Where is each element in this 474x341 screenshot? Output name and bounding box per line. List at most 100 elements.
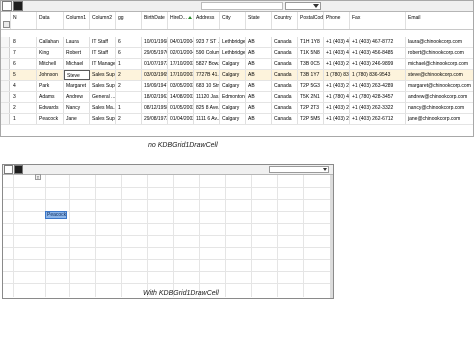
cell-n[interactable]: 7 [11, 48, 37, 58]
cell-hiredate[interactable]: 17/10/2003 [168, 70, 194, 80]
cell-column2[interactable]: IT Staff [90, 37, 116, 47]
cell-country[interactable]: Canada [272, 37, 298, 47]
column-header[interactable]: PostalCode [298, 12, 324, 29]
cell-address[interactable]: 683 10 Str... [194, 81, 220, 91]
table-row[interactable]: 7 King Robert IT Staff 6 29/05/1970 02/0… [1, 48, 473, 59]
cell-data[interactable]: Callahan [37, 37, 64, 47]
column-header[interactable]: City [220, 12, 246, 29]
cell-email[interactable]: michael@chinookcorp.com [406, 59, 473, 69]
cell-phone[interactable]: +1 (403) 263-4423 [324, 81, 350, 91]
cell-column1-editor[interactable]: Steve [64, 70, 90, 80]
cell-fax[interactable]: +1 (403) 262-6712 [350, 114, 406, 124]
cell-email[interactable]: jane@chinookcorp.com [406, 114, 473, 124]
cell-fax[interactable]: +1 (403) 246-9899 [350, 59, 406, 69]
cell-column2[interactable]: IT Manager [90, 59, 116, 69]
cell-address[interactable]: 825 8 Ave... [194, 103, 220, 113]
cell-email[interactable]: robert@chinookcorp.com [406, 48, 473, 58]
column-header[interactable]: N [11, 12, 37, 29]
cell-phone[interactable]: +1 (403) 262-3443 [324, 114, 350, 124]
cell-state[interactable]: AB [246, 70, 272, 80]
cell-email[interactable]: margaret@chinookcorp.com [406, 81, 473, 91]
cell-state[interactable]: AB [246, 114, 272, 124]
cell-phone[interactable]: +1 (780) 428-9482 [324, 92, 350, 102]
cell-n[interactable]: 4 [11, 81, 37, 91]
cell-country[interactable]: Canada [272, 81, 298, 91]
cell-phone[interactable]: +1 (403) 467-3351 [324, 37, 350, 47]
cell-phone[interactable]: +1 (403) 262-3443 [324, 103, 350, 113]
column-header[interactable]: Fax [350, 12, 406, 29]
cell-email[interactable]: andrew@chinookcorp.com [406, 92, 473, 102]
cell-hiredate[interactable]: 17/10/2003 [168, 59, 194, 69]
cell-city[interactable]: Calgary [220, 70, 246, 80]
cell-column2[interactable]: Sales Ma... [90, 103, 116, 113]
grid-with-drawcell[interactable]: T Peacock [2, 164, 334, 299]
cell-country[interactable]: Canada [272, 70, 298, 80]
cell-postalcode[interactable]: T3B 1Y7 [298, 70, 324, 80]
column-header[interactable]: HireD... [168, 12, 194, 29]
cell-city[interactable]: Calgary [220, 59, 246, 69]
grid2-inline-editor[interactable]: Peacock [45, 211, 67, 219]
cell-hiredate[interactable]: 04/01/2004 [168, 37, 194, 47]
cell-gg[interactable]: 6 [116, 37, 142, 47]
table-row[interactable]: 6 Mitchell Michael IT Manager 1 01/07/19… [1, 59, 473, 70]
cell-city[interactable]: Calgary [220, 103, 246, 113]
filter-icon[interactable] [3, 21, 10, 28]
cell-fax[interactable]: +1 (403) 263-4289 [350, 81, 406, 91]
cell-phone[interactable]: +1 (403) 246-9887 [324, 59, 350, 69]
cell-address[interactable]: 7727B 41... [194, 70, 220, 80]
column-header[interactable]: BirthDate [142, 12, 168, 29]
table-row[interactable]: 1 Peacock Jane Sales Sup... 2 29/08/1973… [1, 114, 473, 125]
cell-phone[interactable]: +1 (403) 456-9986 [324, 48, 350, 58]
cell-country[interactable]: Canada [272, 92, 298, 102]
cell-hiredate[interactable]: 03/05/2003 [168, 81, 194, 91]
grid1-search-input[interactable] [201, 2, 283, 10]
cell-address[interactable]: 923 7 ST ... [194, 37, 220, 47]
cell-hiredate[interactable]: 01/05/2002 [168, 103, 194, 113]
cell-address[interactable]: 1111 6 Av... [194, 114, 220, 124]
cell-state[interactable]: AB [246, 92, 272, 102]
grid1-dropdown[interactable] [285, 2, 321, 10]
cell-city[interactable]: Lethbridge [220, 37, 246, 47]
cell-data[interactable]: Edwards [37, 103, 64, 113]
cell-email[interactable]: steve@chinookcorp.com [406, 70, 473, 80]
cell-state[interactable]: AB [246, 37, 272, 47]
column-header[interactable]: State [246, 12, 272, 29]
cell-postalcode[interactable]: T3B 0C5 [298, 59, 324, 69]
cell-column2[interactable]: IT Staff [90, 48, 116, 58]
column-header[interactable]: gg [116, 12, 142, 29]
cell-birthdate[interactable]: 08/12/1958 [142, 103, 168, 113]
cell-address[interactable]: 590 Colum... [194, 48, 220, 58]
cell-data[interactable]: Park [37, 81, 64, 91]
column-header[interactable]: Address [194, 12, 220, 29]
cell-data[interactable]: Johnson [37, 70, 64, 80]
grid2-toolbar-button-1[interactable] [4, 165, 13, 174]
cell-birthdate[interactable]: 29/05/1970 [142, 48, 168, 58]
cell-hiredate[interactable]: 02/01/2004 [168, 48, 194, 58]
cell-birthdate[interactable]: 19/09/1947 [142, 81, 168, 91]
cell-n[interactable]: 6 [11, 59, 37, 69]
cell-birthdate[interactable]: 03/03/1965 [142, 70, 168, 80]
cell-gg[interactable] [116, 92, 142, 102]
cell-column1[interactable]: Nancy [64, 103, 90, 113]
column-header[interactable]: Email [406, 12, 473, 29]
cell-n[interactable]: 5 [11, 70, 37, 80]
cell-n[interactable]: 3 [11, 92, 37, 102]
cell-city[interactable]: Calgary [220, 114, 246, 124]
grid1-toolbar-button-1[interactable] [2, 1, 12, 11]
cell-column2[interactable]: Sales Sup... [90, 81, 116, 91]
cell-gg[interactable]: 1 [116, 103, 142, 113]
grid1-toolbar-button-2[interactable] [13, 1, 23, 11]
grid2-toolbar-button-2[interactable] [14, 165, 23, 174]
cell-fax[interactable]: +1 (403) 467-8772 [350, 37, 406, 47]
cell-hiredate[interactable]: 01/04/2002 [168, 114, 194, 124]
cell-column1[interactable]: Andrew [64, 92, 90, 102]
cell-postalcode[interactable]: T1K 5N8 [298, 48, 324, 58]
cell-column1[interactable]: Jane [64, 114, 90, 124]
cell-fax[interactable]: +1 (780) 428-3457 [350, 92, 406, 102]
column-header[interactable]: Data [37, 12, 64, 29]
column-header[interactable]: Country [272, 12, 298, 29]
cell-data[interactable]: King [37, 48, 64, 58]
cell-birthdate[interactable]: 29/08/1973 [142, 114, 168, 124]
cell-birthdate[interactable]: 10/01/1968 [142, 37, 168, 47]
cell-state[interactable]: AB [246, 81, 272, 91]
